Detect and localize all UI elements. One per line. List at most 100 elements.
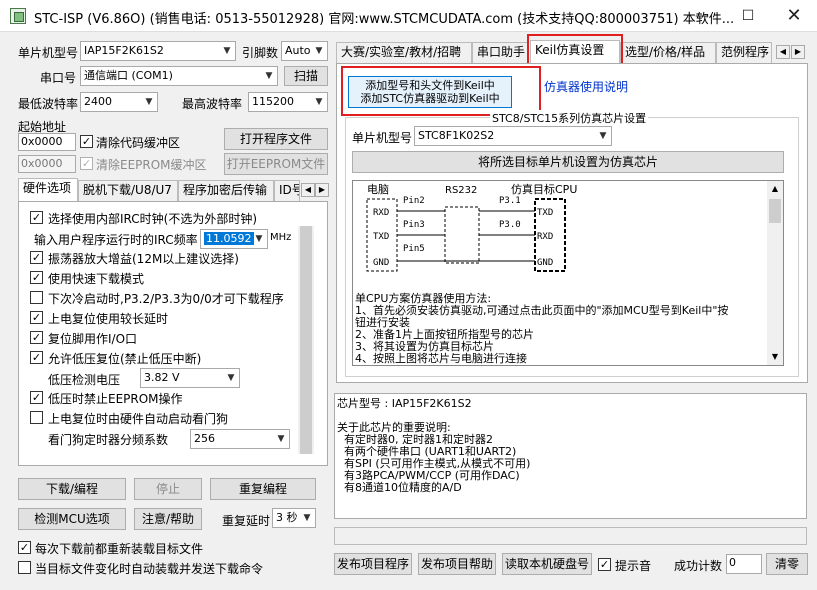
instruction-scrollbar[interactable]: ▲ ▼ [767, 181, 783, 365]
tab-encrypted-transfer[interactable]: 程序加密后传输 [178, 180, 274, 201]
watchdog-divider-select[interactable]: 256 ▼ [190, 429, 290, 449]
low-voltage-value: 3.82 V [144, 371, 180, 384]
pc-rxd: RXD [373, 208, 389, 218]
pin3-label: Pin3 [403, 220, 425, 230]
mcu-type-select[interactable]: IAP15F2K61S2 ▼ [80, 41, 236, 61]
rs232-box [444, 206, 480, 264]
option-checkbox[interactable]: ✓ [30, 271, 43, 284]
tab-scroll-right-arrow[interactable]: ▶ [791, 45, 805, 59]
info-line: 芯片型号 : IAP15F2K61S2 [337, 397, 472, 410]
pin-count-select[interactable]: Auto ▼ [281, 41, 328, 61]
cpu-txd: TXD [537, 208, 553, 218]
emulator-help-link[interactable]: 仿真器使用说明 [544, 78, 628, 95]
scroll-up-arrow[interactable]: ▲ [767, 181, 783, 197]
title-bar: STC-ISP (V6.86O) (销售电话: 0513-55012928) 官… [0, 0, 817, 32]
port-label: 串口号 [40, 71, 77, 85]
clear-eeprom-checkbox[interactable]: ✓ [80, 157, 93, 170]
port-select[interactable]: 通信端口 (COM1) ▼ [80, 66, 278, 86]
open-program-file-button[interactable]: 打开程序文件 [224, 128, 328, 150]
option-label: 选择使用内部IRC时钟(不选为外部时钟) [48, 212, 258, 226]
max-baud-select[interactable]: 115200 ▼ [248, 92, 328, 112]
clear-code-label: 清除代码缓冲区 [96, 136, 181, 150]
set-emulator-chip-button[interactable]: 将所选目标单片机设置为仿真芯片 [352, 151, 784, 173]
option-checkbox[interactable]: ✓ [30, 211, 43, 224]
chevron-down-icon: ▼ [315, 97, 323, 107]
tab-example-programs[interactable]: 范例程序 [716, 42, 772, 63]
min-baud-select[interactable]: 2400 ▼ [80, 92, 158, 112]
tab-selection-price[interactable]: 选型/价格/样品 [620, 42, 716, 63]
progress-bar [334, 527, 807, 545]
connection-diagram: 电脑 RS232 仿真目标CPU RXD TXD GND TXD RXD GND… [366, 182, 577, 272]
emulator-chip-group-title: STC8/STC15系列仿真芯片设置 [490, 110, 649, 126]
option-checkbox[interactable]: ✓ [30, 331, 43, 344]
beep-label: 提示音 [615, 559, 652, 573]
chip-type-label: 单片机型号 [352, 131, 413, 145]
reload-before-download-checkbox[interactable]: ✓ [18, 541, 31, 554]
options-scrollbar[interactable] [298, 226, 314, 454]
option-checkbox[interactable] [30, 291, 43, 304]
chevron-down-icon: ▼ [315, 46, 323, 56]
max-baud-value: 115200 [252, 95, 294, 108]
notes-help-button[interactable]: 注意/帮助 [134, 508, 202, 530]
stop-button[interactable]: 停止 [134, 478, 202, 500]
open-eeprom-file-button[interactable]: 打开EEPROM文件 [224, 153, 328, 175]
success-count-value: 0 [726, 554, 762, 574]
clear-count-button[interactable]: 清零 [766, 553, 808, 575]
pin-count-value: Auto [285, 44, 311, 57]
beep-checkbox[interactable]: ✓ [598, 558, 611, 571]
pin-count-label: 引脚数 [242, 46, 279, 60]
options-scrollbar-thumb[interactable] [300, 226, 312, 454]
p31-label: P3.1 [499, 196, 521, 206]
tab-scroll-right-arrow[interactable]: ▶ [315, 183, 329, 197]
start-address-input[interactable]: 0x0000 [18, 133, 76, 151]
left-tab-strip: 硬件选项 脱机下载/U8/U7 程序加密后传输 ID号 ◀ ▶ [18, 178, 329, 202]
minimize-button[interactable]: — [679, 0, 725, 32]
tab-offline-download[interactable]: 脱机下载/U8/U7 [78, 180, 178, 201]
main-window: STC-ISP (V6.86O) (销售电话: 0513-55012928) 官… [0, 0, 817, 590]
auto-load-checkbox[interactable] [18, 561, 31, 574]
tab-id-number[interactable]: ID号 [274, 180, 300, 201]
add-to-keil-button[interactable]: 添加型号和头文件到Keil中 添加STC仿真器驱动到Keil中 [348, 76, 512, 108]
success-count-label: 成功计数 [674, 559, 723, 573]
option-checkbox[interactable]: ✓ [30, 351, 43, 364]
option-label: 低压时禁止EEPROM操作 [48, 392, 183, 406]
scan-button[interactable]: 扫描 [284, 66, 328, 86]
pin2-label: Pin2 [403, 196, 425, 206]
clear-code-checkbox[interactable]: ✓ [80, 135, 93, 148]
option-label: 使用快速下载模式 [48, 272, 145, 286]
publish-help-button[interactable]: 发布项目帮助 [418, 553, 496, 575]
irc-frequency-select[interactable]: 11.0592 ▼ [200, 229, 268, 249]
option-checkbox[interactable] [30, 411, 43, 424]
option-label: 上电复位时由硬件自动启动看门狗 [48, 412, 229, 426]
tab-serial-assistant[interactable]: 串口助手 [472, 42, 528, 63]
option-checkbox[interactable]: ✓ [30, 391, 43, 404]
tab-scroll-left-arrow[interactable]: ◀ [301, 183, 315, 197]
tab-hardware-options[interactable]: 硬件选项 [18, 178, 78, 201]
download-program-button[interactable]: 下载/编程 [18, 478, 126, 500]
close-button[interactable]: ✕ [771, 0, 817, 32]
reload-before-download-label: 每次下载前都重新装载目标文件 [35, 542, 204, 556]
repeat-program-button[interactable]: 重复编程 [210, 478, 316, 500]
publish-program-button[interactable]: 发布项目程序 [334, 553, 412, 575]
eeprom-address-input[interactable]: 0x0000 [18, 155, 76, 173]
irc-frequency-value: 11.0592 [204, 232, 254, 245]
maximize-button[interactable]: ☐ [725, 0, 771, 32]
option-checkbox[interactable]: ✓ [30, 311, 43, 324]
max-baud-label: 最高波特率 [182, 97, 243, 111]
chip-info-box[interactable]: 芯片型号 : IAP15F2K61S2 关于此芯片的重要说明: 有定时器0, 定… [334, 393, 807, 519]
low-voltage-select[interactable]: 3.82 V ▼ [140, 368, 240, 388]
detect-mcu-options-button[interactable]: 检测MCU选项 [18, 508, 126, 530]
min-baud-label: 最低波特率 [18, 97, 79, 111]
repeat-delay-select[interactable]: 3 秒 ▼ [272, 508, 316, 528]
option-checkbox[interactable]: ✓ [30, 251, 43, 264]
clear-eeprom-label: 清除EEPROM缓冲区 [96, 158, 207, 172]
option-label: 下次冷启动时,P3.2/P3.3为0/0才可下载程序 [48, 292, 284, 306]
read-disk-id-button[interactable]: 读取本机硬盘号 [502, 553, 592, 575]
scroll-down-arrow[interactable]: ▼ [767, 349, 783, 365]
instruction-scrollbar-thumb[interactable] [769, 199, 781, 223]
option-label: 复位脚用作I/O口 [48, 332, 138, 346]
tab-competition[interactable]: 大赛/实验室/教材/招聘 [336, 42, 472, 63]
chip-type-select[interactable]: STC8F1K02S2 ▼ [414, 126, 612, 146]
tab-scroll-left-arrow[interactable]: ◀ [776, 45, 790, 59]
diagram-target-label: 仿真目标CPU [511, 182, 577, 196]
